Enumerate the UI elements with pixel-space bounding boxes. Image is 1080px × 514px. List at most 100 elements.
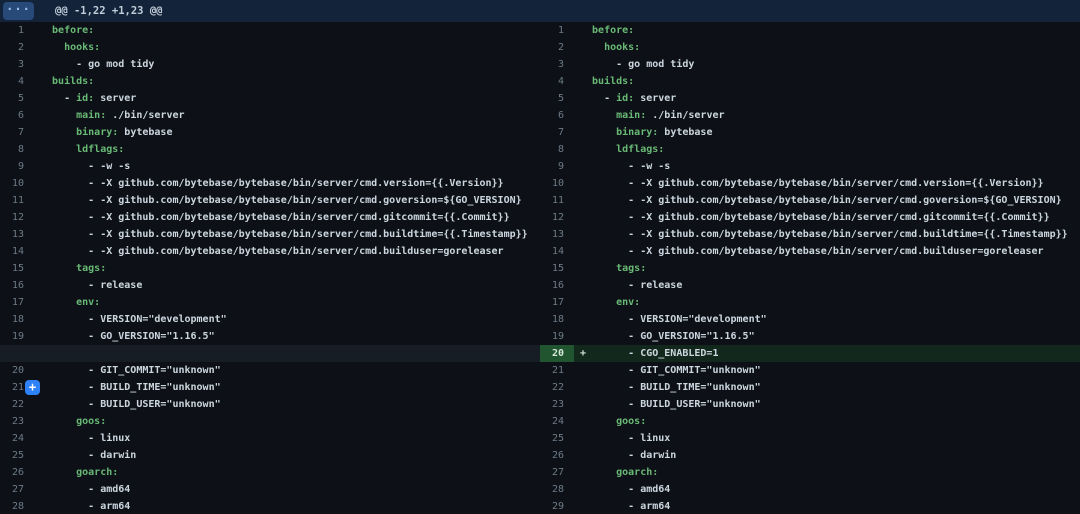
line-number-old[interactable]: 10	[0, 175, 34, 192]
code-token: - -X github.com/bytebase/bytebase/bin/se…	[592, 212, 1050, 223]
line-number-new[interactable]: 15	[540, 260, 574, 277]
code-line-old: goos:	[34, 413, 540, 430]
line-number-old[interactable]: 11	[0, 192, 34, 209]
line-number-old[interactable]: 17	[0, 294, 34, 311]
yaml-key-token: tags:	[616, 263, 646, 274]
diff-row-new-side: 9 - -w -s	[540, 158, 1080, 175]
line-number-new[interactable]: 17	[540, 294, 574, 311]
line-number-old[interactable]: 16	[0, 277, 34, 294]
line-number-new[interactable]: 16	[540, 277, 574, 294]
line-number-old[interactable]: 20	[0, 362, 34, 379]
code-token: - BUILD_USER="unknown"	[592, 399, 761, 410]
line-number-new[interactable]: 20	[540, 345, 574, 362]
line-number-new[interactable]: 4	[540, 73, 574, 90]
line-number-old[interactable]: 26	[0, 464, 34, 481]
diff-row-new-side: 29 - arm64	[540, 498, 1080, 514]
line-number-new[interactable]: 3	[540, 56, 574, 73]
code-line-new: - BUILD_USER="unknown"	[574, 396, 1080, 413]
line-number-new[interactable]: 29	[540, 498, 574, 514]
line-number-new[interactable]: 27	[540, 464, 574, 481]
line-number-new[interactable]: 26	[540, 447, 574, 464]
code-line-old: - -X github.com/bytebase/bytebase/bin/se…	[34, 192, 540, 209]
line-number-new[interactable]: 10	[540, 175, 574, 192]
diff-row-new-side: 1 before:	[540, 22, 1080, 39]
diff-marker	[40, 294, 52, 311]
code-line-new: - -X github.com/bytebase/bytebase/bin/se…	[574, 209, 1080, 226]
diff-row-new-side: 25 - linux	[540, 430, 1080, 447]
line-number-old[interactable]: 9	[0, 158, 34, 175]
line-number-new[interactable]: 7	[540, 124, 574, 141]
yaml-key-token: tags:	[76, 263, 106, 274]
line-number-old[interactable]: 22	[0, 396, 34, 413]
line-number-new[interactable]: 18	[540, 311, 574, 328]
diff-row-new-side: 17 env:	[540, 294, 1080, 311]
line-number-old[interactable]: 18	[0, 311, 34, 328]
code-token: - arm64	[52, 501, 130, 512]
line-number-old[interactable]: 7	[0, 124, 34, 141]
line-number-old[interactable]: 4	[0, 73, 34, 90]
line-number-new[interactable]: 25	[540, 430, 574, 447]
diff-row-empty-placeholder	[0, 345, 540, 362]
code-line-new: env:	[574, 294, 1080, 311]
yaml-key-token: hooks:	[64, 42, 100, 53]
code-line-old: hooks:	[34, 39, 540, 56]
code-line-new: - GIT_COMMIT="unknown"	[574, 362, 1080, 379]
line-number-old[interactable]: 15	[0, 260, 34, 277]
code-line-new: - BUILD_TIME="unknown"	[574, 379, 1080, 396]
line-number-old[interactable]: 1	[0, 22, 34, 39]
diff-marker	[580, 481, 592, 498]
code-token	[592, 416, 616, 427]
diff-marker	[580, 311, 592, 328]
diff-row-old-side: 22 - BUILD_USER="unknown"	[0, 396, 540, 413]
line-number-old[interactable]: 14	[0, 243, 34, 260]
line-number-old[interactable]: 24	[0, 430, 34, 447]
diff-row: 23 goos:24 goos:	[0, 413, 1080, 430]
line-number-new[interactable]: 24	[540, 413, 574, 430]
line-number-new[interactable]: 2	[540, 39, 574, 56]
line-number-old[interactable]: 19	[0, 328, 34, 345]
line-number-new[interactable]: 1	[540, 22, 574, 39]
line-number-old[interactable]: 12	[0, 209, 34, 226]
add-comment-button[interactable]: +	[25, 380, 40, 395]
line-number-old[interactable]: 2	[0, 39, 34, 56]
line-number-new[interactable]: 12	[540, 209, 574, 226]
line-number-new[interactable]: 9	[540, 158, 574, 175]
line-number-old[interactable]: 3	[0, 56, 34, 73]
code-line-old: env:	[34, 294, 540, 311]
line-number-new[interactable]: 28	[540, 481, 574, 498]
expand-hunk-button[interactable]: ···	[3, 2, 34, 20]
code-line-old: - release	[34, 277, 540, 294]
line-number-new[interactable]: 5	[540, 90, 574, 107]
diff-marker	[580, 56, 592, 73]
line-number-new[interactable]: 6	[540, 107, 574, 124]
code-token: - go mod tidy	[52, 59, 154, 70]
line-number-old[interactable]: 27	[0, 481, 34, 498]
line-number-old[interactable]: 23	[0, 413, 34, 430]
line-number-new[interactable]: 22	[540, 379, 574, 396]
line-number-new[interactable]: 8	[540, 141, 574, 158]
line-number-old[interactable]: 28	[0, 498, 34, 514]
line-number-old[interactable]: 8	[0, 141, 34, 158]
code-token: - VERSION="development"	[592, 314, 767, 325]
diff-marker	[580, 192, 592, 209]
code-token: - arm64	[592, 501, 670, 512]
diff-marker	[40, 107, 52, 124]
line-number-old[interactable]: 25	[0, 447, 34, 464]
line-number-new[interactable]: 13	[540, 226, 574, 243]
code-line-new: - darwin	[574, 447, 1080, 464]
line-number-old[interactable]: 6	[0, 107, 34, 124]
diff-row-old-side: 19 - GO_VERSION="1.16.5"	[0, 328, 540, 345]
code-token	[592, 263, 616, 274]
line-number-new[interactable]: 11	[540, 192, 574, 209]
diff-row: 24 - linux25 - linux	[0, 430, 1080, 447]
line-number-new[interactable]: 14	[540, 243, 574, 260]
line-number-new[interactable]: 19	[540, 328, 574, 345]
line-number-new[interactable]: 23	[540, 396, 574, 413]
diff-row-new-side: 12 - -X github.com/bytebase/bytebase/bin…	[540, 209, 1080, 226]
line-number-old[interactable]: 13	[0, 226, 34, 243]
line-number-new[interactable]: 21	[540, 362, 574, 379]
yaml-key-token: main:	[76, 110, 106, 121]
diff-row-new-side: 8 ldflags:	[540, 141, 1080, 158]
line-number-old[interactable]: 5	[0, 90, 34, 107]
code-line-new: main: ./bin/server	[574, 107, 1080, 124]
